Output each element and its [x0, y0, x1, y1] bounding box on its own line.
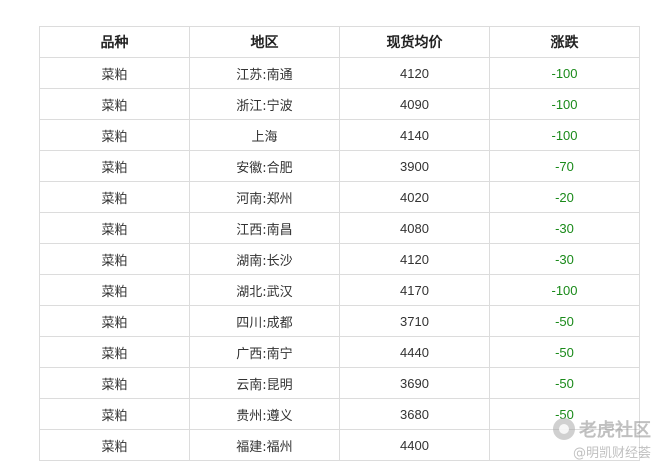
- cell-region: 浙江:宁波: [189, 88, 340, 120]
- cell-variety: 菜粕: [39, 119, 190, 151]
- cell-region: 上海: [189, 119, 340, 151]
- cell-change: -100: [489, 274, 640, 306]
- cell-price: 4120: [339, 243, 490, 275]
- cell-price: 4400: [339, 429, 490, 461]
- cell-region: 江西:南昌: [189, 212, 340, 244]
- cell-change: -100: [489, 119, 640, 151]
- cell-change: [489, 429, 640, 461]
- cell-region: 湖南:长沙: [189, 243, 340, 275]
- cell-price: 4080: [339, 212, 490, 244]
- cell-change: -50: [489, 305, 640, 337]
- table-body: 菜粕 江苏:南通 4120 -100 菜粕 浙江:宁波 4090 -100 菜粕 上海 4140 -1…: [39, 57, 640, 461]
- cell-variety: 菜粕: [39, 88, 190, 120]
- cell-variety: 菜粕: [39, 429, 190, 461]
- header-variety: 品种: [39, 26, 190, 58]
- cell-change: -30: [489, 243, 640, 275]
- cell-region: 云南:昆明: [189, 367, 340, 399]
- cell-region: 湖北:武汉: [189, 274, 340, 306]
- cell-region: 四川:成都: [189, 305, 340, 337]
- cell-change: -70: [489, 150, 640, 182]
- cell-price: 4140: [339, 119, 490, 151]
- cell-price: 4170: [339, 274, 490, 306]
- cell-variety: 菜粕: [39, 336, 190, 368]
- cell-variety: 菜粕: [39, 150, 190, 182]
- table-row: 菜粕 安徽:合肥 3900 -70: [39, 150, 640, 182]
- cell-change: -100: [489, 57, 640, 89]
- table-row: 菜粕 湖南:长沙 4120 -30: [39, 243, 640, 275]
- table-row: 菜粕 福建:福州 4400: [39, 429, 640, 461]
- cell-region: 贵州:遵义: [189, 398, 340, 430]
- cell-price: 4440: [339, 336, 490, 368]
- table-row: 菜粕 湖北:武汉 4170 -100: [39, 274, 640, 306]
- cell-region: 福建:福州: [189, 429, 340, 461]
- header-region: 地区: [189, 26, 340, 58]
- table-header-row: 品种 地区 现货均价 涨跌: [39, 26, 640, 58]
- table-row: 菜粕 江西:南昌 4080 -30: [39, 212, 640, 244]
- cell-variety: 菜粕: [39, 367, 190, 399]
- table-row: 菜粕 广西:南宁 4440 -50: [39, 336, 640, 368]
- cell-change: -50: [489, 398, 640, 430]
- cell-region: 安徽:合肥: [189, 150, 340, 182]
- cell-region: 江苏:南通: [189, 57, 340, 89]
- cell-price: 3690: [339, 367, 490, 399]
- table-row: 菜粕 上海 4140 -100: [39, 119, 640, 151]
- cell-variety: 菜粕: [39, 243, 190, 275]
- cell-price: 4020: [339, 181, 490, 213]
- cell-variety: 菜粕: [39, 181, 190, 213]
- cell-variety: 菜粕: [39, 398, 190, 430]
- price-table: 品种 地区 现货均价 涨跌 菜粕 江苏:南通 4120 -100 菜粕 浙江:宁波 4090…: [39, 26, 640, 461]
- cell-variety: 菜粕: [39, 212, 190, 244]
- table-row: 菜粕 江苏:南通 4120 -100: [39, 57, 640, 89]
- cell-price: 4120: [339, 57, 490, 89]
- table-row: 菜粕 云南:昆明 3690 -50: [39, 367, 640, 399]
- cell-price: 4090: [339, 88, 490, 120]
- header-price: 现货均价: [339, 26, 490, 58]
- table-row: 菜粕 贵州:遵义 3680 -50: [39, 398, 640, 430]
- cell-change: -30: [489, 212, 640, 244]
- cell-price: 3710: [339, 305, 490, 337]
- cell-price: 3900: [339, 150, 490, 182]
- table-row: 菜粕 河南:郑州 4020 -20: [39, 181, 640, 213]
- cell-change: -20: [489, 181, 640, 213]
- page: 品种 地区 现货均价 涨跌 菜粕 江苏:南通 4120 -100 菜粕 浙江:宁波 4090…: [0, 0, 659, 469]
- cell-variety: 菜粕: [39, 305, 190, 337]
- header-change: 涨跌: [489, 26, 640, 58]
- cell-variety: 菜粕: [39, 57, 190, 89]
- cell-region: 河南:郑州: [189, 181, 340, 213]
- cell-region: 广西:南宁: [189, 336, 340, 368]
- cell-variety: 菜粕: [39, 274, 190, 306]
- table-row: 菜粕 浙江:宁波 4090 -100: [39, 88, 640, 120]
- cell-price: 3680: [339, 398, 490, 430]
- cell-change: -50: [489, 336, 640, 368]
- cell-change: -100: [489, 88, 640, 120]
- table-row: 菜粕 四川:成都 3710 -50: [39, 305, 640, 337]
- cell-change: -50: [489, 367, 640, 399]
